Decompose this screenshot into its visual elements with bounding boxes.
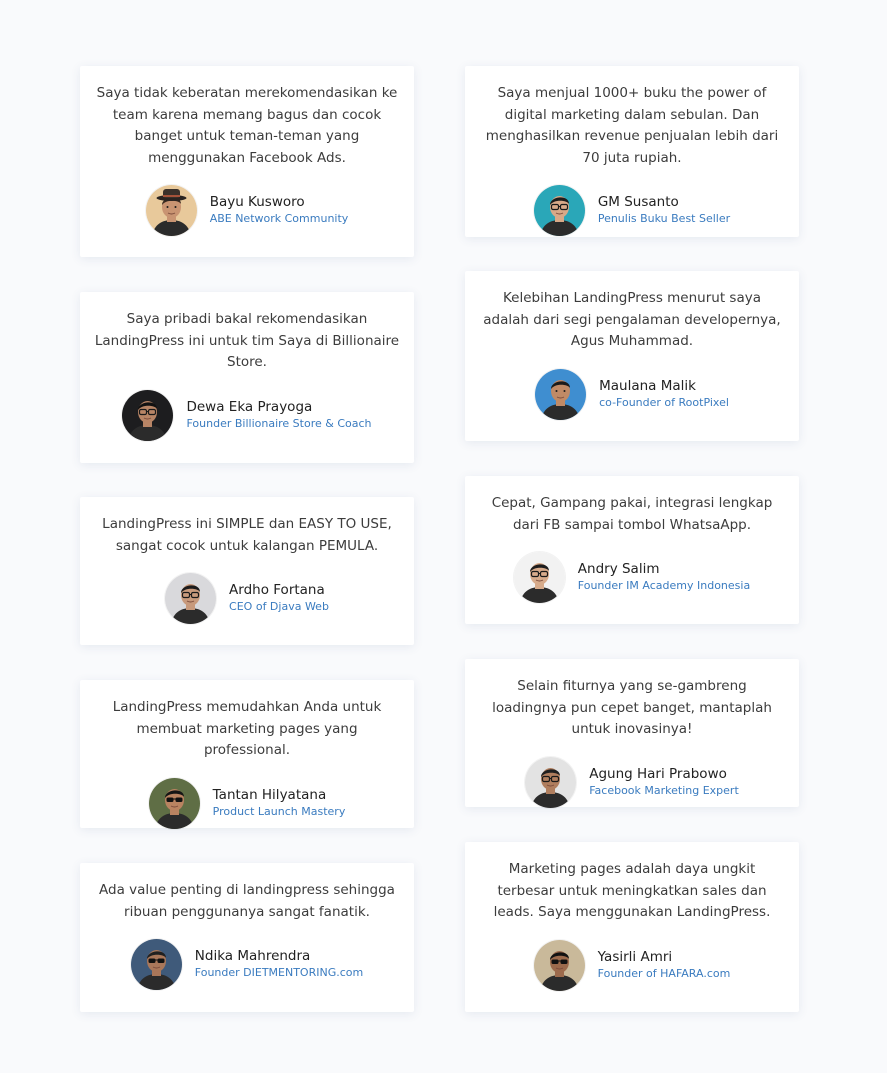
testimonial-card-8: Selain fiturnya yang se-gambreng loading… (465, 659, 799, 808)
man-glasses-avatar (513, 552, 565, 603)
author-title: Founder DIETMENTORING.com (194, 966, 364, 979)
author-name: Bayu Kusworo (209, 194, 305, 210)
author-name: GM Susanto (597, 194, 679, 210)
author-meta: Yasirli Amri Founder of HAFARA.com (597, 948, 731, 981)
author-meta: Maulana Malik co-Founder of RootPixel (599, 377, 729, 410)
author-meta: GM Susanto Penulis Buku Best Seller (598, 195, 730, 226)
author-title: Penulis Buku Best Seller (597, 212, 731, 225)
author-name: Andry Salim (577, 561, 660, 577)
author-meta: Dewa Eka Prayoga Founder Billionaire Sto… (186, 398, 372, 431)
man-glasses-avatar (165, 573, 217, 624)
testimonial-author: Tantan Hilyatana Product Launch Mastery (94, 777, 400, 829)
testimonial-quote: Saya pribadi bakal rekomendasikan Landin… (94, 311, 400, 370)
author-name: Ndika Mahrendra (194, 948, 311, 964)
testimonial-author: Agung Hari Prabowo Facebook Marketing Ex… (479, 756, 785, 808)
testimonial-author: Ndika Mahrendra Founder DIETMENTORING.co… (94, 939, 400, 990)
testimonial-quote: Saya menjual 1000+ buku the power of dig… (485, 85, 779, 166)
testimonial-quote: LandingPress memudahkan Anda untuk membu… (112, 699, 382, 758)
author-name: Dewa Eka Prayoga (186, 398, 313, 415)
testimonial-card-9: Ada value penting di landingpress sehing… (80, 863, 414, 1012)
man-glasses-avatar (525, 756, 577, 808)
testimonial-card-10: Marketing pages adalah daya ungkit terbe… (465, 842, 799, 1012)
testimonial-card-6: Cepat, Gampang pakai, integrasi lengkap … (465, 476, 799, 624)
author-title: Product Launch Mastery (212, 804, 346, 818)
author-title: Founder IM Academy Indonesia (577, 579, 751, 592)
testimonial-quote: Saya tidak keberatan merekomendasikan ke… (96, 85, 398, 166)
author-meta: Andry Salim Founder IM Academy Indonesia (578, 562, 750, 593)
testimonial-author: Bayu Kusworo ABE Network Community (94, 185, 400, 236)
testimonial-card-2: Saya menjual 1000+ buku the power of dig… (465, 66, 799, 237)
testimonial-quote: Selain fiturnya yang se-gambreng loading… (492, 678, 772, 737)
testimonial-quote: Kelebihan LandingPress menurut saya adal… (483, 290, 781, 349)
testimonial-quote: Ada value penting di landingpress sehing… (99, 882, 395, 920)
testimonial-author: GM Susanto Penulis Buku Best Seller (479, 185, 785, 236)
testimonial-author: Yasirli Amri Founder of HAFARA.com (479, 939, 785, 991)
author-name: Ardho Fortana (229, 582, 325, 598)
man-with-hat-avatar (145, 185, 197, 236)
author-title: ABE Network Community (209, 212, 349, 225)
author-title: Founder Billionaire Store & Coach (186, 416, 372, 430)
author-title: Founder of HAFARA.com (597, 966, 731, 980)
author-title: co-Founder of RootPixel (599, 395, 729, 409)
author-meta: Agung Hari Prabowo Facebook Marketing Ex… (589, 765, 739, 798)
testimonial-author: Dewa Eka Prayoga Founder Billionaire Sto… (94, 389, 400, 441)
author-meta: Bayu Kusworo ABE Network Community (210, 195, 349, 226)
testimonial-author: Ardho Fortana CEO of Djava Web (94, 573, 400, 624)
man-sunglasses-avatar (130, 939, 182, 990)
testimonial-card-7: LandingPress memudahkan Anda untuk membu… (80, 680, 414, 829)
author-title: Facebook Marketing Expert (589, 783, 739, 797)
testimonial-card-3: Saya pribadi bakal rekomendasikan Landin… (80, 292, 414, 463)
author-title: CEO of Djava Web (229, 600, 329, 613)
testimonial-card-4: Kelebihan LandingPress menurut saya adal… (465, 271, 799, 441)
testimonial-quote: Cepat, Gampang pakai, integrasi lengkap … (491, 495, 773, 533)
testimonial-card-1: Saya tidak keberatan merekomendasikan ke… (80, 66, 414, 257)
testimonial-quote: LandingPress ini SIMPLE dan EASY TO USE,… (102, 516, 392, 554)
testimonial-quote: Marketing pages adalah daya ungkit terbe… (493, 861, 771, 920)
author-name: Tantan Hilyatana (212, 786, 327, 803)
author-name: Agung Hari Prabowo (589, 765, 727, 782)
man-glasses-avatar (533, 185, 585, 236)
author-meta: Ndika Mahrendra Founder DIETMENTORING.co… (195, 949, 363, 980)
author-name: Yasirli Amri (597, 948, 673, 965)
author-name: Maulana Malik (599, 377, 696, 394)
testimonial-card-5: LandingPress ini SIMPLE dan EASY TO USE,… (80, 497, 414, 645)
testimonial-author: Maulana Malik co-Founder of RootPixel (479, 368, 785, 420)
man-avatar (535, 368, 587, 420)
man-sunglasses-avatar (533, 939, 585, 991)
man-glasses-avatar (122, 389, 174, 441)
testimonial-author: Andry Salim Founder IM Academy Indonesia (479, 552, 785, 603)
author-meta: Tantan Hilyatana Product Launch Mastery (212, 786, 346, 819)
author-meta: Ardho Fortana CEO of Djava Web (229, 583, 329, 614)
man-sunglasses-avatar (148, 777, 200, 829)
